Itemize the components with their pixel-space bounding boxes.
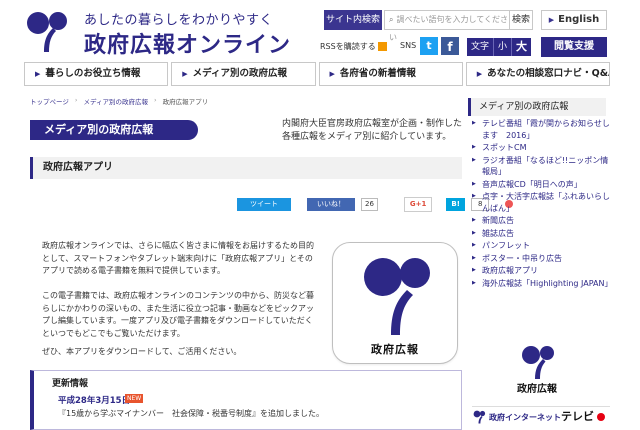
app-logo-icon — [364, 258, 430, 335]
sidebar-item[interactable]: 海外広報誌「Highlighting JAPAN」 — [470, 278, 613, 290]
sidebar-heading: メディア別の政府広報 — [468, 98, 606, 116]
tv-logo-icon — [473, 410, 486, 424]
site-logo-icon[interactable] — [20, 10, 72, 54]
rss-label: RSSを購読する — [320, 42, 376, 51]
sidebar-logo-label: 政府広報 — [517, 384, 557, 395]
triangle-right-icon: ▶ — [548, 16, 555, 24]
nav-item-label: あなたの相談窓口ナビ・Q&A — [487, 68, 610, 79]
rss-icon — [377, 42, 387, 51]
tv-banner-prefix: 政府インターネット — [489, 413, 561, 422]
breadcrumb-home[interactable]: トップページ — [30, 96, 69, 106]
ebook-paragraph: この電子書籍では、政府広報オンラインのコンテンツの中から、防災など暮らしにかかわ… — [42, 291, 314, 338]
hatena-bookmark-button[interactable]: B! — [446, 197, 465, 211]
intro-paragraph: 政府広報オンラインでは、さらに幅広く皆さまに情報をお届けするため目的として、スマ… — [42, 241, 314, 275]
google-plus-button[interactable]: G+1 — [403, 196, 433, 212]
download-paragraph: ぜひ、本アプリをダウンロードして、ご活用ください。 — [42, 347, 242, 356]
rss-link[interactable]: RSSを購読する — [320, 41, 387, 52]
sns-label: SNS — [400, 41, 417, 50]
sidebar-item[interactable]: ラジオ番組「なるほど!!ニッポン情報局」 — [470, 155, 610, 178]
triangle-right-icon: ▶ — [476, 70, 483, 78]
updates-heading: 更新情報 — [52, 379, 89, 389]
section-description: 内閣府大臣官房政府広報室が企画・制作した各種広報をメディア別に紹介しています。 — [282, 119, 463, 142]
nav-item-label: 各府省の新着情報 — [339, 68, 416, 79]
nav-item-label: メディア別の政府広報 — [192, 68, 287, 79]
sidebar-item[interactable]: ポスター・中吊り広告 — [470, 253, 610, 265]
like-count: 26 — [361, 197, 378, 211]
breadcrumb-media[interactable]: メディア別の政府広報 — [83, 96, 148, 106]
triangle-right-icon: ▶ — [329, 70, 335, 78]
facebook-icon[interactable]: f — [441, 37, 459, 55]
breadcrumb-separator-icon: › — [74, 96, 78, 104]
section-heading: メディア別の政府広報 — [30, 120, 198, 140]
breadcrumb-separator-icon: › — [154, 96, 157, 104]
sidebar-logo-icon[interactable] — [515, 344, 559, 380]
sidebar-item[interactable]: 新聞広告 — [470, 215, 610, 227]
search-icon: ⌕ — [389, 15, 394, 24]
text-size-control: 文字 小 大 — [467, 38, 532, 56]
search-input[interactable]: ⌕ 調べたい語句を入力してください — [384, 10, 512, 42]
tweet-button[interactable]: ツイート — [237, 197, 291, 211]
internet-tv-banner[interactable]: 政府インターネットテレビ — [472, 406, 610, 427]
update-date: 平成28年3月15日 — [58, 396, 131, 406]
japan-flag-icon — [597, 413, 605, 421]
new-badge: NEW — [125, 394, 144, 403]
search-button[interactable]: 検索 — [509, 10, 533, 30]
sidebar-item[interactable]: パンフレット — [470, 240, 610, 252]
sidebar-item[interactable]: スポットCM — [470, 142, 610, 154]
triangle-right-icon: ▶ — [182, 70, 188, 78]
text-size-label: 文字 — [467, 38, 495, 56]
english-label: English — [558, 14, 600, 25]
update-text[interactable]: 『15歳から学ぶマイナンバー 社会保障・税番号制度』を追加しました。 — [58, 408, 324, 419]
sidebar-item[interactable]: 政府広報アプリ — [470, 265, 610, 277]
english-button[interactable]: ▶ English — [541, 10, 607, 30]
global-nav: ▶ 暮らしのお役立ち情報 ▶ メディア別の政府広報 ▶ 各府省の新着情報 ▶ あなたの相… — [24, 62, 610, 86]
app-icon-label: 政府広報 — [371, 343, 419, 356]
nav-item-ministries[interactable]: ▶ 各府省の新着情報 — [318, 62, 463, 86]
reading-support-button[interactable]: 閲覧支援 — [541, 37, 607, 57]
page-title: 政府広報アプリ — [30, 157, 462, 179]
sidebar-item[interactable]: テレビ番組「霞が関からお知らせします 2016」 — [470, 118, 610, 141]
search-label: サイト内検索 — [324, 10, 382, 30]
triangle-right-icon: ▶ — [35, 70, 41, 78]
sidebar-item[interactable]: 雑誌広告 — [470, 228, 610, 240]
site-tagline: あしたの暮らしをわかりやすく — [84, 13, 274, 28]
nav-item-media[interactable]: ▶ メディア別の政府広報 — [171, 62, 316, 86]
text-size-small-button[interactable]: 小 — [494, 38, 513, 56]
facebook-like-button[interactable]: いいね！ — [307, 197, 355, 211]
nav-item-daily-life[interactable]: ▶ 暮らしのお役立ち情報 — [24, 62, 169, 86]
twitter-icon[interactable]: t — [420, 37, 438, 55]
tv-banner-suffix: テレビ — [561, 410, 594, 423]
nav-item-label: 暮らしのお役立ち情報 — [45, 68, 141, 79]
sidebar-item[interactable]: 点字・大活字広報誌「ふれあいらしんばん」 — [470, 191, 610, 214]
text-size-large-button[interactable]: 大 — [512, 38, 531, 56]
site-name[interactable]: 政府広報オンライン — [84, 27, 291, 59]
breadcrumb-current: 政府広報アプリ — [162, 98, 209, 106]
sidebar-item[interactable]: 音声広報CD「明日への声」 — [470, 179, 610, 191]
sidebar-list: テレビ番組「霞が関からお知らせします 2016」 スポットCM ラジオ番組「なる… — [470, 118, 613, 290]
breadcrumb: トップページ › メディア別の政府広報 › 政府広報アプリ — [30, 96, 208, 106]
nav-item-consultation[interactable]: ▶ あなたの相談窓口ナビ・Q&A — [465, 62, 610, 86]
